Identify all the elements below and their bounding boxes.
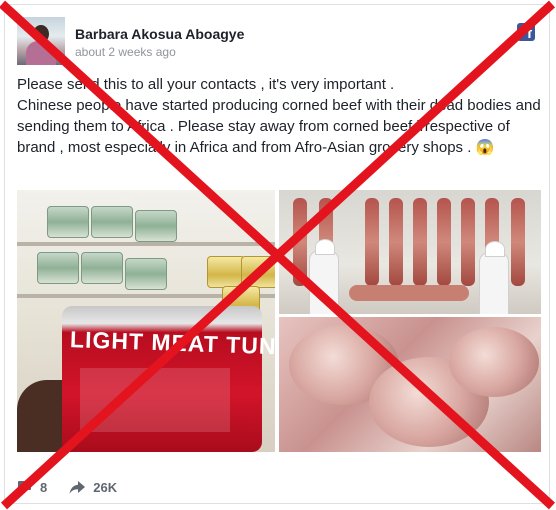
worker-cap-shape	[485, 241, 505, 257]
facebook-post-card: Barbara Akosua Aboagye about 2 weeks ago…	[4, 4, 550, 504]
worker-shape	[479, 241, 509, 314]
can-shape	[125, 258, 167, 290]
can-label-text: LIGHT MEAT TUNA	[69, 326, 275, 360]
canned-tuna-photo[interactable]: LIGHT MEAT TUNA	[17, 190, 275, 452]
comment-icon	[18, 481, 31, 493]
carcass-shape	[437, 198, 451, 286]
can-shape	[91, 206, 133, 238]
facebook-logo-icon: f	[517, 23, 535, 41]
post-text-line: Please send this to all your contacts , …	[17, 76, 395, 93]
meat-on-table-shape	[349, 285, 469, 301]
avatar-body-shape	[26, 41, 56, 65]
can-shape	[47, 206, 89, 238]
tuna-can-shape: LIGHT MEAT TUNA	[62, 306, 275, 452]
comment-count[interactable]: 8	[17, 480, 47, 495]
worker-shape	[309, 239, 339, 314]
can-shape	[135, 210, 177, 242]
meat-lump-shape	[449, 327, 539, 397]
worker-cap-shape	[315, 239, 335, 255]
carcass-shape	[461, 198, 475, 286]
post-text-line: Chinese people have started producing co…	[17, 97, 541, 156]
shelf-divider	[17, 242, 275, 246]
carcass-shape	[389, 198, 403, 286]
can-shape	[81, 252, 123, 284]
avatar[interactable]	[17, 17, 65, 65]
post-stats-bar: 8 26K	[17, 477, 139, 497]
carcass-shape	[511, 198, 525, 286]
post-timestamp[interactable]: about 2 weeks ago	[75, 45, 176, 59]
post-text: Please send this to all your contacts , …	[17, 74, 543, 158]
share-count-value: 26K	[93, 479, 118, 495]
share-count[interactable]: 26K	[69, 480, 117, 495]
can-shape	[241, 256, 275, 288]
carcass-shape	[413, 198, 427, 286]
raw-meat-photo[interactable]	[279, 317, 541, 452]
author-name[interactable]: Barbara Akosua Aboagye	[75, 26, 244, 42]
meat-factory-photo[interactable]	[279, 190, 541, 314]
carcass-shape	[293, 198, 307, 286]
comment-count-value: 8	[40, 479, 48, 495]
carcass-shape	[365, 198, 379, 286]
can-shape	[207, 256, 245, 288]
can-label-box	[80, 368, 230, 432]
can-shape	[37, 252, 79, 284]
share-icon	[69, 480, 86, 494]
